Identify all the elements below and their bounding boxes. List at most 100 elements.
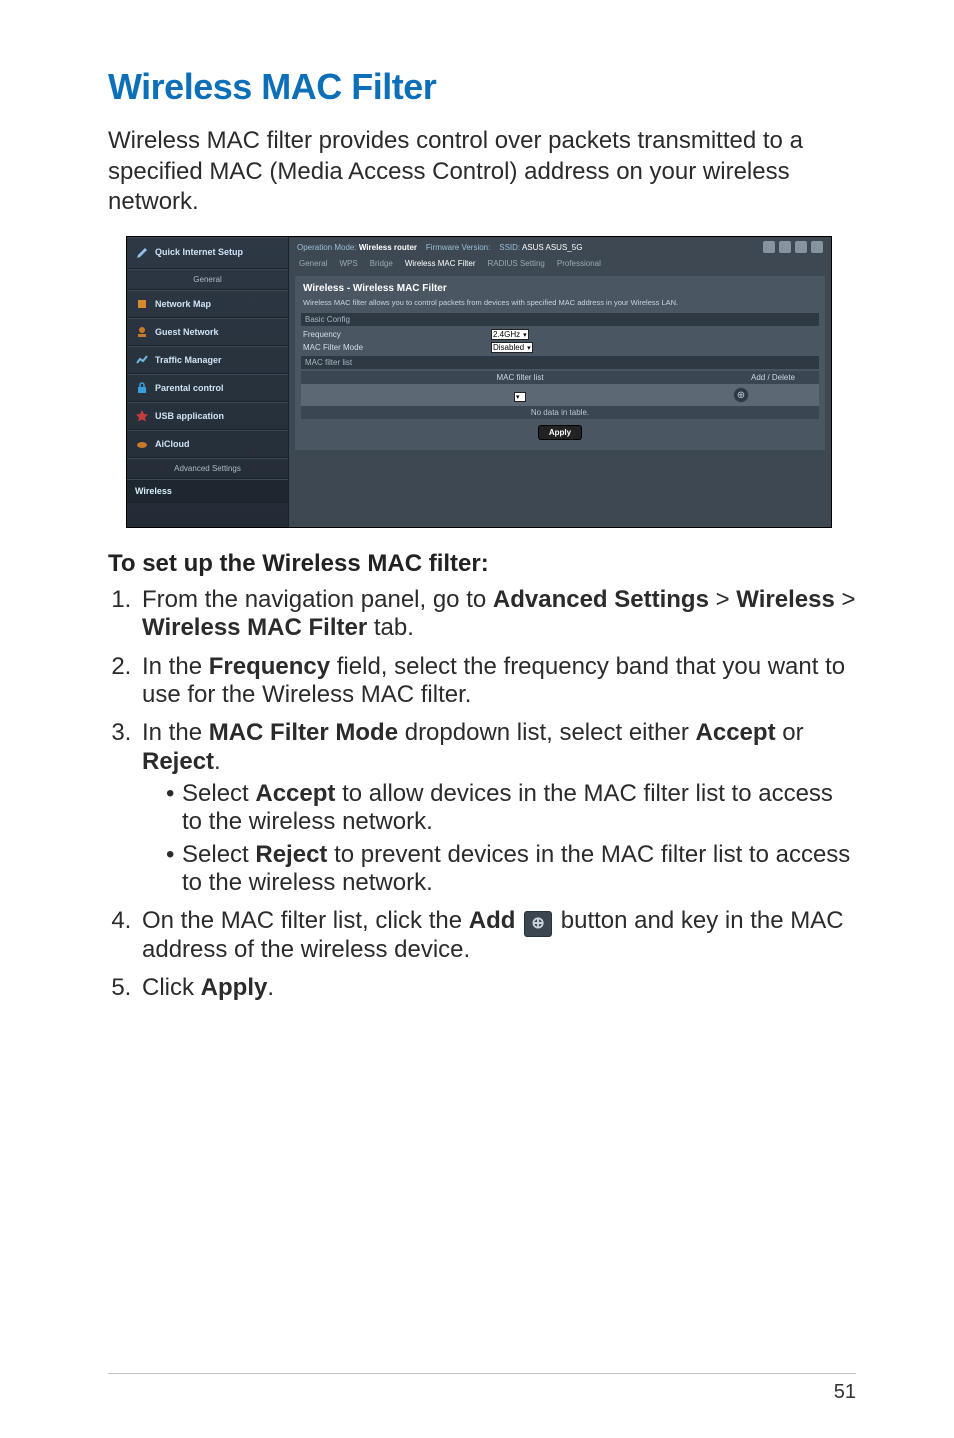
op-mode-label: Operation Mode: [297, 243, 357, 252]
step-2: In the Frequency field, select the frequ… [138, 653, 856, 710]
mac-input[interactable] [514, 392, 526, 402]
sidebar-item-wireless[interactable]: Wireless [127, 479, 288, 503]
table-row: ⊕ [301, 384, 819, 406]
section-heading: To set up the Wireless MAC filter: [108, 550, 856, 578]
tab-mac-filter[interactable]: Wireless MAC Filter [401, 257, 480, 270]
sidebar-label: Quick Internet Setup [155, 248, 243, 258]
fw-label: Firmware Version: [426, 243, 490, 252]
bullet-accept: Select Accept to allow devices in the MA… [166, 780, 856, 837]
sidebar-label: Traffic Manager [155, 355, 222, 365]
sidebar-item-qis[interactable]: Quick Internet Setup [127, 237, 288, 269]
t: On the MAC filter list, click the [142, 907, 469, 934]
topbar-icon[interactable] [779, 241, 791, 253]
t: In the [142, 653, 209, 680]
subhead-basic: Basic Config [301, 313, 819, 326]
add-icon[interactable]: ⊕ [733, 387, 749, 403]
panel: Wireless - Wireless MAC Filter Wireless … [295, 276, 825, 450]
step-1: From the navigation panel, go to Advance… [138, 586, 856, 643]
sidebar-item-aicloud[interactable]: AiCloud [127, 430, 288, 458]
sidebar-heading-advanced: Advanced Settings [127, 458, 288, 479]
tabs: General WPS Bridge Wireless MAC Filter R… [289, 255, 831, 272]
router-content: Operation Mode: Wireless router Firmware… [289, 237, 831, 527]
cloud-icon [135, 437, 149, 451]
panel-title: Wireless - Wireless MAC Filter [301, 280, 819, 296]
t: Select [182, 780, 255, 807]
sidebar-item-guest[interactable]: Guest Network [127, 318, 288, 346]
sidebar-label: AiCloud [155, 439, 190, 449]
network-icon [135, 297, 149, 311]
ssid-label: SSID: [499, 243, 520, 252]
col-action: Add / Delete [733, 373, 813, 382]
frequency-label: Frequency [303, 330, 483, 339]
t: Click [142, 974, 201, 1001]
t: Reject [255, 841, 327, 868]
tab-wps[interactable]: WPS [335, 257, 361, 270]
t: From the navigation panel, go to [142, 586, 493, 613]
intro-text: Wireless MAC filter provides control ove… [108, 126, 856, 218]
page-number: 51 [834, 1381, 856, 1404]
no-data-text: No data in table. [301, 406, 819, 419]
t: . [214, 748, 221, 775]
topbar-icon[interactable] [763, 241, 775, 253]
frequency-select[interactable]: 2.4GHz [491, 329, 529, 340]
step-5: Click Apply. [138, 974, 856, 1002]
tab-professional[interactable]: Professional [553, 257, 605, 270]
row-mode: MAC Filter Mode Disabled [301, 341, 819, 354]
tab-general[interactable]: General [295, 257, 331, 270]
mode-select[interactable]: Disabled [491, 342, 533, 353]
steps-list: From the navigation panel, go to Advance… [108, 586, 856, 1002]
sidebar-label: Network Map [155, 299, 211, 309]
panel-desc: Wireless MAC filter allows you to contro… [301, 296, 819, 311]
sidebar-label: Wireless [135, 486, 172, 496]
t: Add [469, 907, 516, 934]
col-mac: MAC filter list [307, 373, 733, 382]
router-screenshot: Quick Internet Setup General Network Map… [126, 236, 832, 528]
bullet-reject: Select Reject to prevent devices in the … [166, 841, 856, 898]
t: Wireless [736, 586, 835, 613]
t: Wireless MAC Filter [142, 614, 367, 641]
t: dropdown list, select either [398, 719, 695, 746]
pencil-icon [135, 246, 149, 260]
topbar-icon[interactable] [811, 241, 823, 253]
t: MAC Filter Mode [209, 719, 398, 746]
sidebar-item-traffic[interactable]: Traffic Manager [127, 346, 288, 374]
step-4: On the MAC filter list, click the Add ⊕ … [138, 907, 856, 964]
t: tab. [367, 614, 414, 641]
star-icon [135, 409, 149, 423]
sidebar-heading-general: General [127, 269, 288, 290]
sidebar-label: Guest Network [155, 327, 219, 337]
sidebar-item-usb[interactable]: USB application [127, 402, 288, 430]
step-3: In the MAC Filter Mode dropdown list, se… [138, 719, 856, 897]
t: Accept [255, 780, 335, 807]
lock-icon [135, 381, 149, 395]
op-mode-value: Wireless router [359, 243, 417, 252]
sidebar-item-parental[interactable]: Parental control [127, 374, 288, 402]
apply-button[interactable]: Apply [538, 425, 582, 440]
t: Apply [201, 974, 268, 1001]
row-frequency: Frequency 2.4GHz [301, 328, 819, 341]
sidebar-label: Parental control [155, 383, 224, 393]
guest-icon [135, 325, 149, 339]
add-icon: ⊕ [524, 911, 552, 937]
t: Accept [696, 719, 776, 746]
tab-radius[interactable]: RADIUS Setting [484, 257, 549, 270]
sidebar-item-network-map[interactable]: Network Map [127, 290, 288, 318]
t: . [267, 974, 274, 1001]
sub-bullets: Select Accept to allow devices in the MA… [142, 780, 856, 897]
t: Advanced Settings [493, 586, 709, 613]
traffic-icon [135, 353, 149, 367]
footer-rule [108, 1373, 856, 1374]
t: Select [182, 841, 255, 868]
subhead-list: MAC filter list [301, 356, 819, 369]
table-header: MAC filter list Add / Delete [301, 371, 819, 384]
ssid-value: ASUS ASUS_5G [522, 243, 582, 252]
page-title: Wireless MAC Filter [108, 66, 856, 108]
t: Frequency [209, 653, 330, 680]
sidebar-label: USB application [155, 411, 224, 421]
t: Reject [142, 748, 214, 775]
t: In the [142, 719, 209, 746]
tab-bridge[interactable]: Bridge [366, 257, 397, 270]
topbar-icon[interactable] [795, 241, 807, 253]
router-topbar: Operation Mode: Wireless router Firmware… [289, 237, 831, 255]
mode-label: MAC Filter Mode [303, 343, 483, 352]
